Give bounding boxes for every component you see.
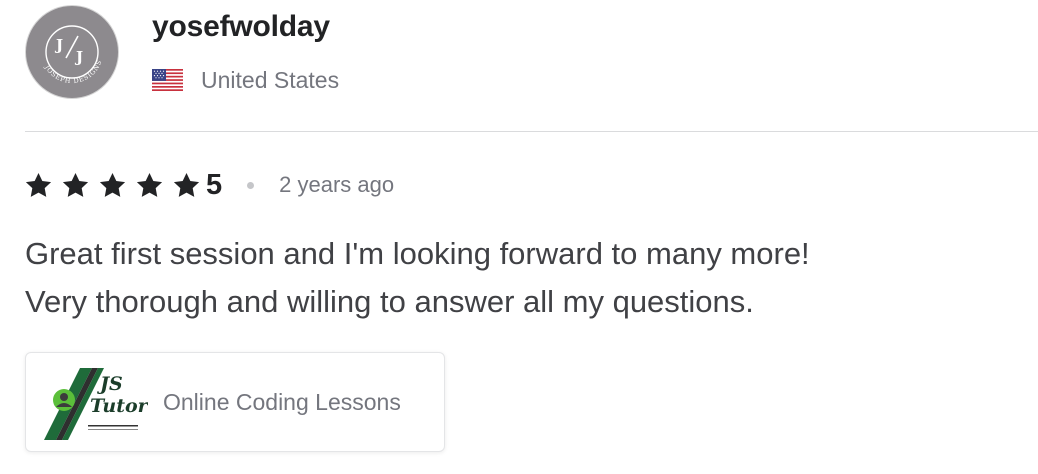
- logo-line1: JS: [97, 373, 123, 395]
- svg-text:J: J: [74, 48, 83, 66]
- joseph-designs-logo-icon: J J JOSEPH DESIGNS: [43, 25, 104, 86]
- star-icon: [99, 172, 126, 197]
- logo-line2: Tutor: [90, 395, 148, 417]
- country-name: United States: [201, 67, 340, 93]
- us-flag-icon: [152, 69, 183, 91]
- review-time: 2 years ago: [279, 172, 395, 197]
- star-icon: [173, 172, 200, 197]
- reviewer-username[interactable]: yosefwolday: [152, 9, 330, 45]
- reviewer-country: United States: [152, 64, 339, 96]
- star-icon: [25, 172, 52, 197]
- review-item: J J JOSEPH DESIGNS yosefwolday United St…: [25, 0, 1038, 474]
- svg-text:JOSEPH DESIGNS: JOSEPH DESIGNS: [43, 59, 104, 86]
- svg-text:J: J: [54, 36, 63, 54]
- star-icon: [136, 172, 163, 197]
- separator-dot: [247, 181, 255, 189]
- star-icon: [62, 172, 89, 197]
- divider: [25, 131, 1038, 132]
- star-rating: [25, 172, 206, 198]
- reviewer-avatar[interactable]: J J JOSEPH DESIGNS: [25, 5, 119, 99]
- rating-row: 5 2 years ago: [25, 167, 394, 203]
- review-text: Great first session and I'm looking forw…: [25, 236, 810, 319]
- gig-card[interactable]: JS Tutor Online Coding Lessons: [25, 352, 445, 452]
- js-tutor-logo-icon: JS Tutor: [40, 364, 148, 440]
- rating-value: 5: [206, 169, 223, 201]
- gig-title[interactable]: Online Coding Lessons: [163, 389, 401, 416]
